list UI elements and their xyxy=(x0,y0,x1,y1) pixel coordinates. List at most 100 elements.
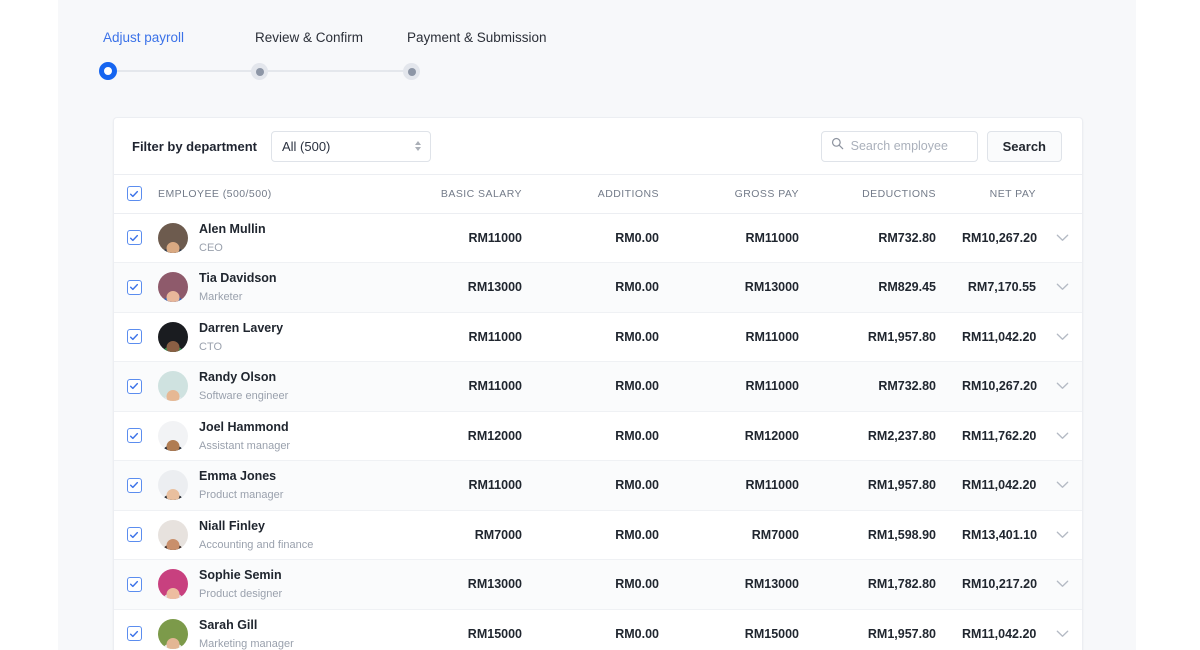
basic-salary-value: RM7000 xyxy=(409,510,548,560)
step-node-2[interactable] xyxy=(251,62,268,80)
table-row[interactable]: Sarah Gill Marketing manager RM15000 RM0.00… xyxy=(114,609,1082,650)
search-box[interactable] xyxy=(820,130,978,162)
basic-salary-value: RM15000 xyxy=(409,609,548,650)
step-node-3[interactable] xyxy=(403,62,420,80)
progress-stepper: Adjust payroll Review & Confirm Payment … xyxy=(58,0,1136,80)
expand-cell xyxy=(1040,510,1082,560)
avatar xyxy=(158,272,188,303)
table-header-row: EMPLOYEE (500/500) BASIC SALARY ADDITION… xyxy=(114,175,1082,214)
employee-name: Niall Finley xyxy=(199,518,265,533)
employee-role: Assistant manager xyxy=(199,439,291,452)
additions-value: RM0.00 xyxy=(548,609,685,650)
deductions-value: RM2,237.80 xyxy=(825,411,962,461)
avatar xyxy=(158,519,188,550)
table-row[interactable]: Sophie Semin Product designer RM13000 RM0.0… xyxy=(114,559,1082,610)
row-select-cell xyxy=(114,262,154,313)
chevron-down-icon[interactable] xyxy=(1040,432,1082,440)
chevron-down-icon[interactable] xyxy=(1040,333,1082,341)
expand-cell xyxy=(1040,361,1082,412)
additions-value: RM0.00 xyxy=(548,213,685,263)
step-label-payment-submission[interactable]: Payment & Submission xyxy=(407,30,547,45)
row-select-cell xyxy=(114,361,154,412)
table-row[interactable]: Joel Hammond Assistant manager RM12000 RM0.… xyxy=(114,411,1082,461)
chevron-down-icon[interactable] xyxy=(1040,531,1082,539)
expand-cell xyxy=(1040,312,1082,362)
column-header-employee[interactable]: EMPLOYEE (500/500) xyxy=(154,175,409,214)
basic-salary-value: RM13000 xyxy=(409,559,548,610)
employee-cell: Alen Mullin CEO xyxy=(154,213,409,263)
net-pay-value: RM13,401.10 xyxy=(962,510,1040,560)
employee-role: Accounting and finance xyxy=(199,538,314,551)
chevron-down-icon[interactable] xyxy=(1040,481,1082,489)
avatar xyxy=(158,222,188,253)
step-label-review-confirm[interactable]: Review & Confirm xyxy=(255,30,407,45)
basic-salary-value: RM12000 xyxy=(409,411,548,461)
chevron-down-icon[interactable] xyxy=(1040,234,1082,242)
employee-role: Marketing manager xyxy=(199,637,294,650)
additions-value: RM0.00 xyxy=(548,460,685,511)
table-row[interactable]: Randy Olson Software engineer RM11000 RM0.0… xyxy=(114,361,1082,412)
row-checkbox[interactable] xyxy=(126,230,142,246)
row-checkbox[interactable] xyxy=(126,378,142,394)
column-header-additions[interactable]: ADDITIONS xyxy=(548,175,685,214)
table-row[interactable]: Darren Lavery CTO RM11000 RM0.00 RM11000 RM1,… xyxy=(114,312,1082,362)
chevron-down-icon[interactable] xyxy=(1040,580,1082,588)
step-node-1[interactable] xyxy=(99,62,117,80)
basic-salary-value: RM11000 xyxy=(409,361,548,412)
column-header-net-pay[interactable]: NET PAY xyxy=(962,175,1040,214)
chevron-down-icon[interactable] xyxy=(1040,382,1082,390)
table-row[interactable]: Emma Jones Product manager RM11000 RM0.00 RM… xyxy=(114,460,1082,511)
row-checkbox[interactable] xyxy=(126,527,142,543)
avatar xyxy=(158,470,188,501)
stepper-labels: Adjust payroll Review & Confirm Payment … xyxy=(103,30,1136,45)
row-checkbox[interactable] xyxy=(126,428,142,444)
select-all-checkbox[interactable] xyxy=(126,186,142,202)
column-header-deductions[interactable]: DEDUCTIONS xyxy=(825,175,962,214)
step-dot-icon xyxy=(403,63,420,80)
net-pay-value: RM11,042.20 xyxy=(962,312,1040,362)
chevron-down-icon[interactable] xyxy=(1040,630,1082,638)
net-pay-value: RM7,170.55 xyxy=(962,262,1040,313)
net-pay-value: RM10,267.20 xyxy=(962,213,1040,263)
department-select[interactable]: All (500) xyxy=(270,130,431,162)
column-header-expand xyxy=(1040,175,1082,214)
table-row[interactable]: Alen Mullin CEO RM11000 RM0.00 RM11000 RM732.… xyxy=(114,213,1082,263)
row-checkbox[interactable] xyxy=(126,279,142,295)
step-label-adjust-payroll[interactable]: Adjust payroll xyxy=(103,30,255,45)
avatar xyxy=(158,420,188,451)
employee-role: Product designer xyxy=(199,588,283,601)
gross-pay-value: RM11000 xyxy=(685,460,825,511)
column-header-gross-pay[interactable]: GROSS PAY xyxy=(685,175,825,214)
row-checkbox[interactable] xyxy=(126,626,142,642)
payroll-card: Filter by department All (500) Search em… xyxy=(113,117,1083,650)
table-row[interactable]: Tia Davidson Marketer RM13000 RM0.00 RM13000… xyxy=(114,262,1082,313)
row-checkbox[interactable] xyxy=(126,329,142,345)
chevron-down-icon[interactable] xyxy=(1040,283,1082,291)
gross-pay-value: RM12000 xyxy=(685,411,825,461)
employee-name: Tia Davidson xyxy=(199,271,277,286)
row-checkbox[interactable] xyxy=(126,576,142,592)
expand-cell xyxy=(1040,411,1082,461)
employee-role: Software engineer xyxy=(199,390,289,403)
employee-cell: Tia Davidson Marketer xyxy=(154,262,409,313)
row-checkbox[interactable] xyxy=(126,477,142,493)
step-active-ring-icon xyxy=(99,62,117,80)
employee-name: Sophie Semin xyxy=(199,568,282,583)
avatar xyxy=(158,321,188,352)
deductions-value: RM732.80 xyxy=(825,213,962,263)
search-input[interactable] xyxy=(850,139,968,153)
department-select-value: All (500) xyxy=(281,138,331,154)
net-pay-value: RM11,042.20 xyxy=(962,460,1040,511)
table-row[interactable]: Niall Finley Accounting and finance RM7000… xyxy=(114,510,1082,560)
avatar xyxy=(158,569,188,600)
gross-pay-value: RM7000 xyxy=(685,510,825,560)
employee-cell: Sophie Semin Product designer xyxy=(154,559,409,610)
employee-name: Joel Hammond xyxy=(199,419,289,434)
up-down-arrows-icon xyxy=(414,141,421,151)
search-button[interactable]: Search xyxy=(986,130,1062,162)
additions-value: RM0.00 xyxy=(548,559,685,610)
additions-value: RM0.00 xyxy=(548,411,685,461)
employee-cell: Randy Olson Software engineer xyxy=(154,361,409,412)
deductions-value: RM829.45 xyxy=(825,262,962,313)
column-header-basic-salary[interactable]: BASIC SALARY xyxy=(409,175,548,214)
